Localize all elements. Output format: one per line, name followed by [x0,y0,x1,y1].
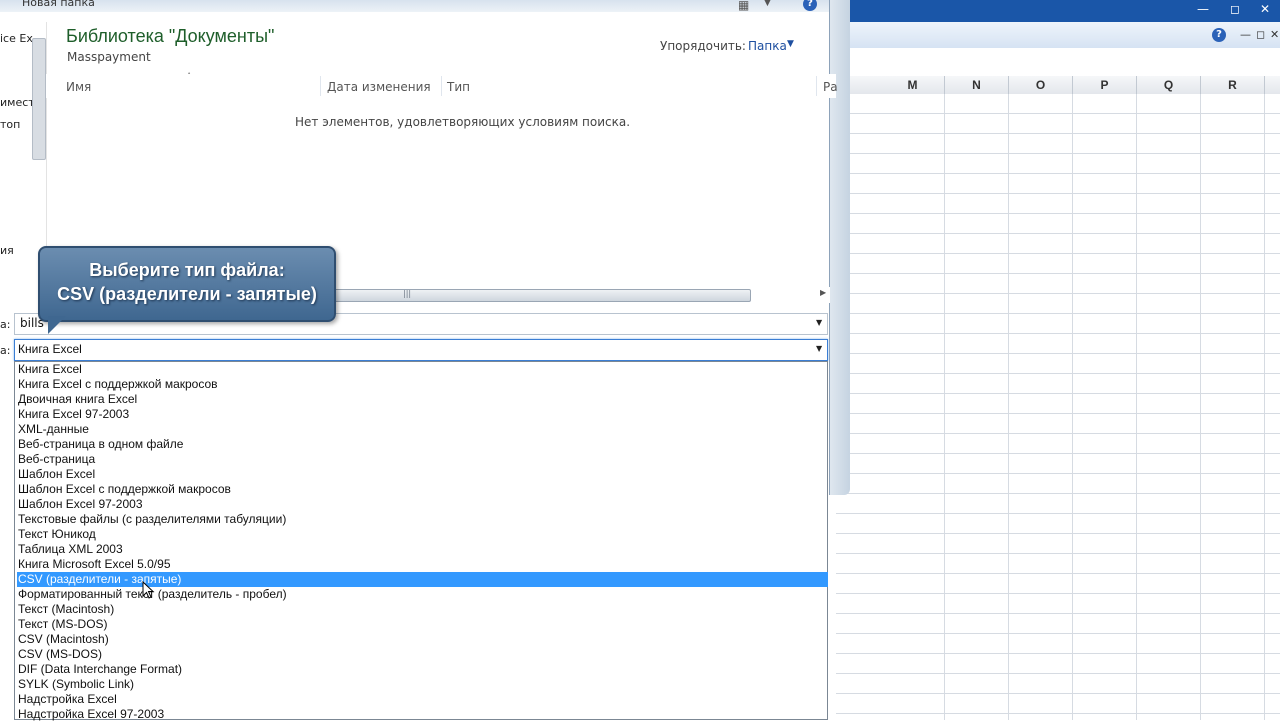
nav-item[interactable]: топ [0,118,20,131]
filetype-option[interactable]: Таблица XML 2003 [17,542,828,557]
filetype-option[interactable]: Текст (MS-DOS) [17,617,828,632]
chevron-down-icon[interactable]: ▼ [787,39,794,49]
ribbon-minimize-icon[interactable]: — [1240,28,1251,41]
filetype-option[interactable]: Двоичная книга Excel [17,392,828,407]
filetype-option[interactable]: CSV (Macintosh) [17,632,828,647]
chevron-down-icon[interactable]: ▼ [764,0,771,8]
empty-message: Нет элементов, удовлетворяющих условиям … [295,115,631,129]
minimize-icon[interactable]: — [1192,2,1214,18]
ribbon-restore-icon[interactable]: ◻ [1256,28,1265,41]
column-type[interactable]: Тип [447,80,470,94]
filetype-option[interactable]: Надстройка Excel [17,692,828,707]
filetype-option[interactable]: Шаблон Excel 97-2003 [17,497,828,512]
filetype-value[interactable]: Книга Excel [18,342,82,356]
filetype-option[interactable]: Книга Microsoft Excel 5.0/95 [17,557,828,572]
filetype-option[interactable]: Текст Юникод [17,527,828,542]
filetype-option[interactable]: Книга Excel 97-2003 [17,407,828,422]
nav-scrollbar[interactable] [32,38,46,160]
filetype-option[interactable]: Текстовые файлы (с разделителями табуляц… [17,512,828,527]
filetype-option[interactable]: XML-данные [17,422,828,437]
column-size[interactable]: Ра [823,80,838,94]
new-folder-button[interactable]: Новая папка [22,0,95,9]
filetype-option[interactable]: Веб-страница в одном файле [17,437,828,452]
filetype-option[interactable]: Шаблон Excel [17,467,828,482]
filename-label: а: [0,318,11,331]
excel-titlebar: — ◻ ✕ [836,0,1280,22]
filetype-option[interactable]: Шаблон Excel с поддержкой макросов [17,482,828,497]
filetype-option[interactable]: Веб-страница [17,452,828,467]
filetype-option[interactable]: SYLK (Symbolic Link) [17,677,828,692]
column-header[interactable]: P [1073,76,1137,94]
callout-line-1: Выберите тип файла: [89,260,285,280]
callout-line-2: CSV (разделители - запятые) [57,284,317,304]
dialog-toolbar [0,0,829,12]
column-date-modified[interactable]: Дата изменения [327,80,431,94]
nav-item[interactable]: ice Ex [0,32,33,45]
filetype-option-selected[interactable]: CSV (разделители - запятые) [17,572,828,587]
grip-icon: ||| [403,289,412,298]
close-icon[interactable]: ✕ [1254,2,1276,18]
worksheet-grid[interactable] [836,94,1280,720]
maximize-icon[interactable]: ◻ [1224,2,1246,18]
filetype-option[interactable]: DIF (Data Interchange Format) [17,662,828,677]
library-title: Библиотека "Документы" [66,26,275,46]
view-icon[interactable]: ▦ [738,0,749,12]
column-header[interactable]: N [945,76,1009,94]
library-subtitle: Masspayment [67,50,151,64]
tutorial-callout: Выберите тип файла: CSV (разделители - з… [38,246,336,322]
scroll-right-icon[interactable]: ▶ [820,288,826,297]
column-headers: M N O P Q R [836,76,1280,95]
ribbon-close-icon[interactable]: ✕ [1270,28,1279,41]
column-header[interactable]: R [1201,76,1265,94]
filetype-dropdown-list[interactable]: Книга Excel Книга Excel с поддержкой мак… [14,361,828,721]
filetype-select[interactable] [14,339,828,361]
filetype-option[interactable]: CSV (MS-DOS) [17,647,828,662]
nav-item[interactable]: ия [0,244,14,257]
column-header[interactable]: Q [1137,76,1201,94]
column-name[interactable]: Имя [66,80,91,94]
filetype-option[interactable]: Текст (Macintosh) [17,602,828,617]
arrange-label: Упорядочить: [660,39,746,53]
dropdown-arrow-icon[interactable]: ▼ [816,318,822,327]
arrange-dropdown[interactable]: Папка [748,39,787,53]
filetype-label: а: [0,344,11,357]
column-header[interactable]: O [1009,76,1073,94]
filetype-option[interactable]: Книга Excel с поддержкой макросов [17,377,828,392]
filetype-option[interactable]: Форматированный текст (разделитель - про… [17,587,828,602]
column-header[interactable]: M [881,76,945,94]
file-list-header: Имя Дата изменения Тип Ра [46,74,838,98]
help-icon[interactable]: ? [1212,28,1226,42]
dropdown-arrow-icon[interactable]: ▼ [816,344,822,353]
formula-bar[interactable] [836,48,1280,77]
callout-tail [48,316,66,334]
filetype-option[interactable]: Книга Excel [17,362,828,377]
